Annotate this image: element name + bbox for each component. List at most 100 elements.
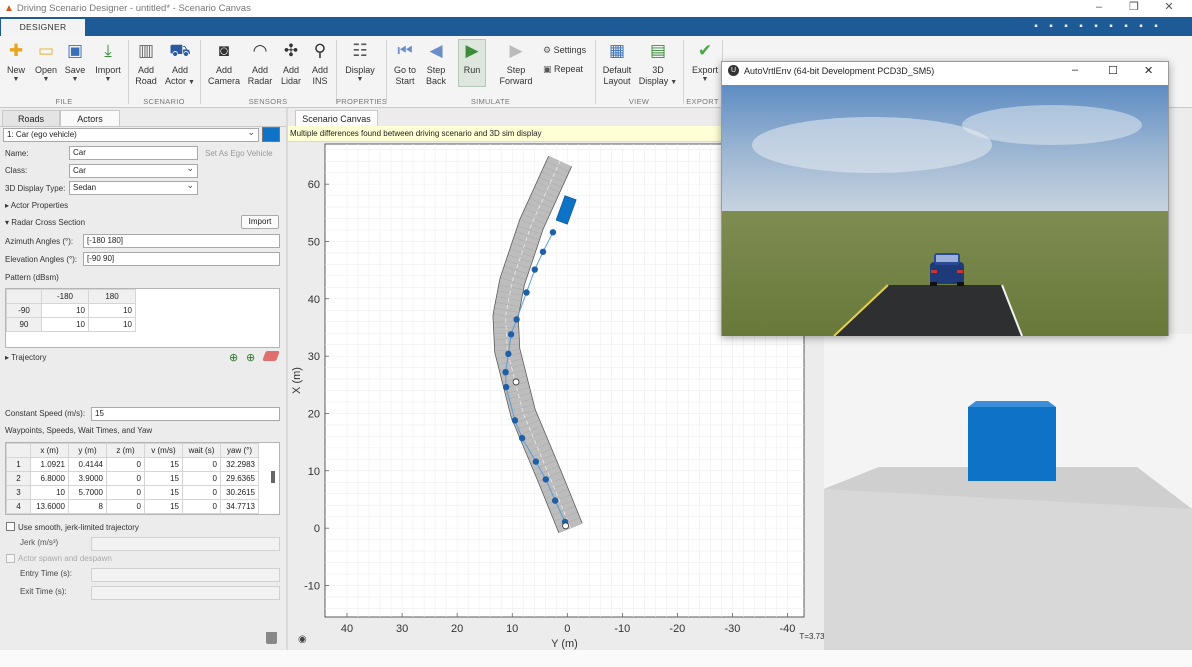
tab-designer[interactable]: DESIGNER (1, 19, 85, 36)
jerk-field[interactable] (91, 537, 280, 551)
undo-icon[interactable]: ▪ (1090, 21, 1102, 33)
step-forward-button[interactable]: ▶ Step Forward (494, 40, 538, 86)
pattern-cell[interactable]: 10 (88, 303, 136, 318)
table-cell[interactable]: 15 (144, 499, 183, 514)
add-actor-button[interactable]: ⛟ Add Actor ▼ (158, 40, 202, 87)
waypoint-marker[interactable] (549, 229, 557, 236)
actor-select[interactable]: 1: Car (ego vehicle) (3, 128, 259, 142)
waypoint-marker[interactable] (502, 383, 510, 391)
spawn-despawn-checkbox[interactable] (6, 554, 15, 563)
settings-button[interactable]: ⚙ Settings (543, 45, 586, 56)
table-cell[interactable]: 0 (106, 499, 145, 514)
waypoints-table[interactable]: x (m) y (m) z (m) v (m/s) wait (s) yaw (… (5, 442, 280, 515)
azimuth-field[interactable]: [-180 180] (83, 234, 280, 248)
entry-time-field[interactable] (91, 568, 280, 582)
radar-cross-section-toggle[interactable]: ▾ Radar Cross Section (5, 218, 85, 227)
table-cell[interactable]: 0 (182, 457, 221, 472)
step-back-button[interactable]: ◀ Step Back (414, 40, 458, 86)
table-cell[interactable]: 8 (68, 499, 107, 514)
table-cell[interactable]: 6.8000 (30, 471, 69, 486)
table-scrollbar[interactable] (271, 471, 275, 483)
save-icon[interactable]: ▪ (1030, 21, 1042, 33)
paste-icon[interactable]: ▪ (1075, 21, 1087, 33)
restore-button[interactable]: ❐ (1117, 0, 1151, 17)
table-cell[interactable]: 3.9000 (68, 471, 107, 486)
cut-icon[interactable]: ▪ (1045, 21, 1057, 33)
elevation-field[interactable]: [-90 90] (83, 252, 280, 266)
pattern-cell[interactable]: 10 (41, 317, 89, 332)
sim-maximize-button[interactable]: ☐ (1108, 64, 1118, 77)
table-cell[interactable]: 0.4144 (68, 457, 107, 472)
redo-icon[interactable]: ▪ (1105, 21, 1117, 33)
table-row[interactable]: 3 10 5.7000 0 15 0 30.2615 (6, 485, 259, 500)
table-cell[interactable]: 0 (106, 485, 145, 500)
close-button[interactable]: ✕ (1152, 0, 1186, 17)
waypoint-marker[interactable] (505, 350, 512, 358)
table-cell[interactable]: 0 (106, 457, 145, 472)
waypoint-marker[interactable] (542, 476, 549, 483)
pattern-cell[interactable]: 10 (88, 317, 136, 332)
table-cell[interactable]: 0 (182, 471, 221, 486)
expand-icon[interactable]: ▪ (1135, 21, 1147, 33)
tab-actors[interactable]: Actors (60, 110, 120, 126)
default-layout-button[interactable]: ▦ Default Layout (595, 40, 639, 86)
sim-minimize-button[interactable]: – (1072, 64, 1078, 76)
waypoint-marker[interactable] (551, 497, 559, 504)
class-select[interactable]: Car (69, 164, 198, 178)
waypoint-marker[interactable] (532, 458, 540, 465)
table-cell[interactable]: 34.7713 (220, 499, 259, 514)
tab-scenario-canvas[interactable]: Scenario Canvas (295, 110, 378, 126)
repeat-button[interactable]: ▣ Repeat (543, 64, 583, 75)
display-type-select[interactable]: Sedan (69, 181, 198, 195)
trash-icon[interactable] (266, 632, 277, 644)
actor-properties-toggle[interactable]: ▸ Actor Properties (5, 201, 68, 210)
waypoint-marker[interactable] (539, 248, 547, 255)
set-ego-vehicle-button[interactable]: Set As Ego Vehicle (205, 149, 273, 158)
display-button[interactable]: ☷ Display ▼ (338, 40, 382, 84)
trajectory-toggle[interactable]: ▸ Trajectory (5, 353, 46, 362)
smooth-trajectory-checkbox[interactable] (6, 522, 15, 531)
constant-speed-field[interactable]: 15 (91, 407, 280, 421)
table-cell[interactable]: 0 (182, 499, 221, 514)
add-waypoint-icon[interactable]: ⊕ (229, 351, 238, 364)
waypoint-marker[interactable] (502, 368, 509, 376)
question-icon[interactable]: ▪ (1150, 21, 1162, 33)
table-row[interactable]: 4 13.6000 8 0 15 0 34.7713 (6, 499, 259, 514)
display-3d-button[interactable]: ▤ 3D Display ▼ (636, 40, 680, 87)
actor-origin-marker[interactable] (512, 378, 520, 386)
pattern-table[interactable]: -180 180 -90 10 10 90 10 10 (5, 288, 280, 348)
minimize-button[interactable]: – (1082, 0, 1116, 17)
table-cell[interactable]: 30.2615 (220, 485, 259, 500)
table-cell[interactable]: 13.6000 (30, 499, 69, 514)
table-row[interactable]: 1 1.0921 0.4144 0 15 0 32.2983 (6, 457, 259, 472)
waypoint-marker[interactable] (523, 289, 530, 296)
help-icon[interactable]: ▪ (1120, 21, 1132, 33)
table-cell[interactable]: 15 (144, 471, 183, 486)
waypoint-marker[interactable] (518, 434, 526, 442)
tab-roads[interactable]: Roads (2, 110, 60, 126)
start-marker[interactable] (562, 522, 570, 530)
exit-time-field[interactable] (91, 586, 280, 600)
waypoint-marker[interactable] (513, 316, 520, 323)
table-row[interactable]: 2 6.8000 3.9000 0 15 0 29.6365 (6, 471, 259, 486)
table-cell[interactable]: 0 (106, 471, 145, 486)
table-cell[interactable]: 0 (182, 485, 221, 500)
table-cell[interactable]: 5.7000 (68, 485, 107, 500)
radar-import-button[interactable]: Import (241, 215, 279, 229)
pattern-cell[interactable]: 10 (41, 303, 89, 318)
table-cell[interactable]: 29.6365 (220, 471, 259, 486)
table-cell[interactable]: 15 (144, 485, 183, 500)
table-cell[interactable]: 10 (30, 485, 69, 500)
run-button[interactable]: ▶ Run (458, 39, 486, 87)
name-field[interactable]: Car (69, 146, 198, 160)
waypoint-marker[interactable] (531, 266, 538, 273)
actor-color-swatch[interactable] (262, 127, 280, 142)
table-cell[interactable]: 32.2983 (220, 457, 259, 472)
table-cell[interactable]: 15 (144, 457, 183, 472)
copy-icon[interactable]: ▪ (1060, 21, 1072, 33)
sim-3d-window[interactable]: U AutoVrtlEnv (64-bit Development PCD3D_… (721, 61, 1169, 336)
sim-close-button[interactable]: ✕ (1144, 64, 1153, 77)
zoom-reset-icon[interactable]: ◉ (298, 634, 307, 645)
waypoint-marker[interactable] (511, 417, 519, 424)
table-cell[interactable]: 1.0921 (30, 457, 69, 472)
